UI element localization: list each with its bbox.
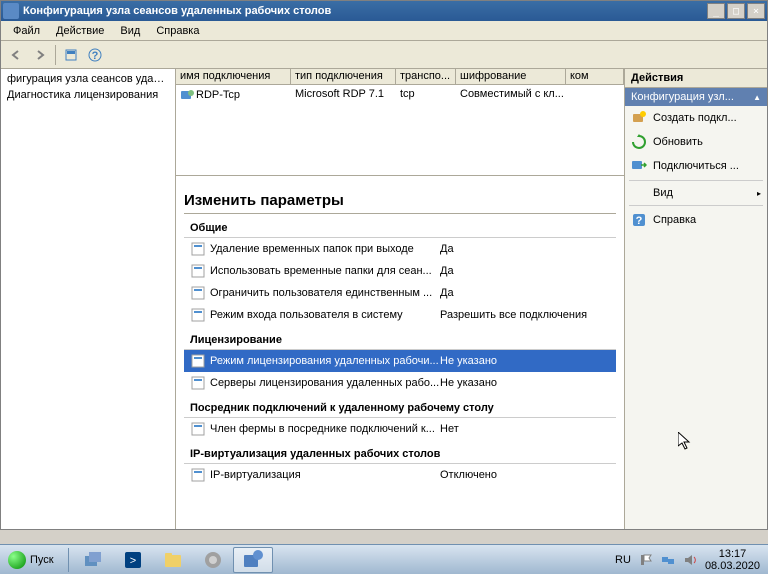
help-icon: ? xyxy=(631,212,647,228)
titlebar[interactable]: Конфигурация узла сеансов удаленных рабо… xyxy=(1,1,767,21)
section-licensing: Лицензирование xyxy=(184,330,616,350)
maximize-button[interactable]: □ xyxy=(727,3,745,19)
help-button[interactable]: ? xyxy=(84,44,106,66)
app-icon xyxy=(3,3,19,19)
forward-button[interactable] xyxy=(29,44,51,66)
back-button[interactable] xyxy=(5,44,27,66)
tray-icon-sound[interactable] xyxy=(683,553,697,567)
connect-icon xyxy=(631,158,647,174)
toolbar-separator xyxy=(55,45,56,65)
setting-icon xyxy=(190,285,206,301)
action-help[interactable]: ?Справка xyxy=(625,208,767,232)
action-view[interactable]: Вид▸ xyxy=(625,183,767,203)
col-comment[interactable]: ком xyxy=(566,69,624,84)
menu-file[interactable]: Файл xyxy=(5,23,48,39)
setting-icon xyxy=(190,353,206,369)
collapse-icon: ▲ xyxy=(753,93,761,102)
center-panel: имя подключения тип подключения транспо.… xyxy=(176,69,625,529)
connection-row[interactable]: RDP-Tcp Microsoft RDP 7.1 tcp Совместимы… xyxy=(176,85,624,105)
setting-icon xyxy=(190,263,206,279)
connection-list: имя подключения тип подключения транспо.… xyxy=(176,69,624,176)
tray-icon-network[interactable] xyxy=(661,553,675,567)
section-general: Общие xyxy=(184,218,616,238)
conn-type: Microsoft RDP 7.1 xyxy=(291,87,396,103)
tray-icon-flag[interactable] xyxy=(639,553,653,567)
window-controls: _ □ × xyxy=(707,3,765,19)
start-orb-icon xyxy=(8,551,26,569)
action-separator xyxy=(629,180,763,181)
actions-header: Действия xyxy=(625,69,767,88)
minimize-button[interactable]: _ xyxy=(707,3,725,19)
toolbar: ? xyxy=(1,41,767,69)
close-button[interactable]: × xyxy=(747,3,765,19)
connection-icon xyxy=(180,88,194,102)
task-server-manager[interactable] xyxy=(73,547,113,573)
conn-transport: tcp xyxy=(396,87,456,103)
settings-title: Изменить параметры xyxy=(184,184,616,214)
task-app1[interactable] xyxy=(193,547,233,573)
system-tray: RU 13:17 08.03.2020 xyxy=(609,548,766,572)
tree-item-diagnostics[interactable]: Диагностика лицензирования xyxy=(3,87,173,103)
section-broker: Посредник подключений к удаленному рабоч… xyxy=(184,398,616,418)
task-explorer[interactable] xyxy=(153,547,193,573)
conn-encryption: Совместимый с кл... xyxy=(456,87,566,103)
col-encryption[interactable]: шифрование xyxy=(456,69,566,84)
start-button[interactable]: Пуск xyxy=(2,547,64,573)
task-current-app[interactable] xyxy=(233,547,273,573)
setting-temp-folders-use[interactable]: Использовать временные папки для сеан...… xyxy=(184,260,616,282)
tray-clock[interactable]: 13:17 08.03.2020 xyxy=(705,548,760,572)
conn-name: RDP-Tcp xyxy=(176,87,291,103)
setting-icon xyxy=(190,375,206,391)
refresh-button[interactable] xyxy=(60,44,82,66)
refresh-icon xyxy=(631,134,647,150)
svg-text:?: ? xyxy=(92,50,99,62)
action-refresh[interactable]: Обновить xyxy=(625,130,767,154)
setting-icon xyxy=(190,241,206,257)
setting-icon xyxy=(190,307,206,323)
setting-licensing-mode[interactable]: Режим лицензирования удаленных рабочи...… xyxy=(184,350,616,372)
taskbar-separator xyxy=(68,548,69,572)
setting-ip-virtualization[interactable]: IP-виртуализацияОтключено xyxy=(184,464,616,486)
app-window: Конфигурация узла сеансов удаленных рабо… xyxy=(0,0,768,530)
svg-text:?: ? xyxy=(636,215,643,227)
menu-help[interactable]: Справка xyxy=(148,23,207,39)
actions-subheader[interactable]: Конфигурация узл... ▲ xyxy=(625,88,767,106)
setting-icon xyxy=(190,467,206,483)
tree-panel: фигурация узла сеансов удаленных Диагнос… xyxy=(1,69,176,529)
menubar: Файл Действие Вид Справка xyxy=(1,21,767,41)
menu-view[interactable]: Вид xyxy=(112,23,148,39)
setting-icon xyxy=(190,421,206,437)
language-indicator[interactable]: RU xyxy=(615,554,631,566)
section-ipvirt: IP-виртуализация удаленных рабочих столо… xyxy=(184,444,616,464)
taskbar: Пуск > RU 13:17 08.03.2020 xyxy=(0,544,768,574)
setting-farm-member[interactable]: Член фермы в посреднике подключений к...… xyxy=(184,418,616,440)
chevron-right-icon: ▸ xyxy=(757,189,761,198)
setting-licensing-servers[interactable]: Серверы лицензирования удаленных рабо...… xyxy=(184,372,616,394)
svg-text:>: > xyxy=(129,555,135,567)
action-connect[interactable]: Подключиться ... xyxy=(625,154,767,178)
col-transport[interactable]: транспо... xyxy=(396,69,456,84)
create-icon xyxy=(631,110,647,126)
setting-temp-folders-delete[interactable]: Удаление временных папок при выходеДа xyxy=(184,238,616,260)
main-area: фигурация узла сеансов удаленных Диагнос… xyxy=(1,69,767,529)
setting-restrict-user[interactable]: Ограничить пользователя единственным ...… xyxy=(184,282,616,304)
connection-header: имя подключения тип подключения транспо.… xyxy=(176,69,624,85)
setting-logon-mode[interactable]: Режим входа пользователя в системуРазреш… xyxy=(184,304,616,326)
col-type[interactable]: тип подключения xyxy=(291,69,396,84)
col-name[interactable]: имя подключения xyxy=(176,69,291,84)
action-separator xyxy=(629,205,763,206)
action-create-connection[interactable]: Создать подкл... xyxy=(625,106,767,130)
actions-panel: Действия Конфигурация узл... ▲ Создать п… xyxy=(625,69,767,529)
menu-action[interactable]: Действие xyxy=(48,23,112,39)
tree-item-config[interactable]: фигурация узла сеансов удаленных xyxy=(3,71,173,87)
settings-area: Изменить параметры Общие Удаление времен… xyxy=(176,176,624,529)
task-powershell[interactable]: > xyxy=(113,547,153,573)
window-title: Конфигурация узла сеансов удаленных рабо… xyxy=(23,5,707,17)
